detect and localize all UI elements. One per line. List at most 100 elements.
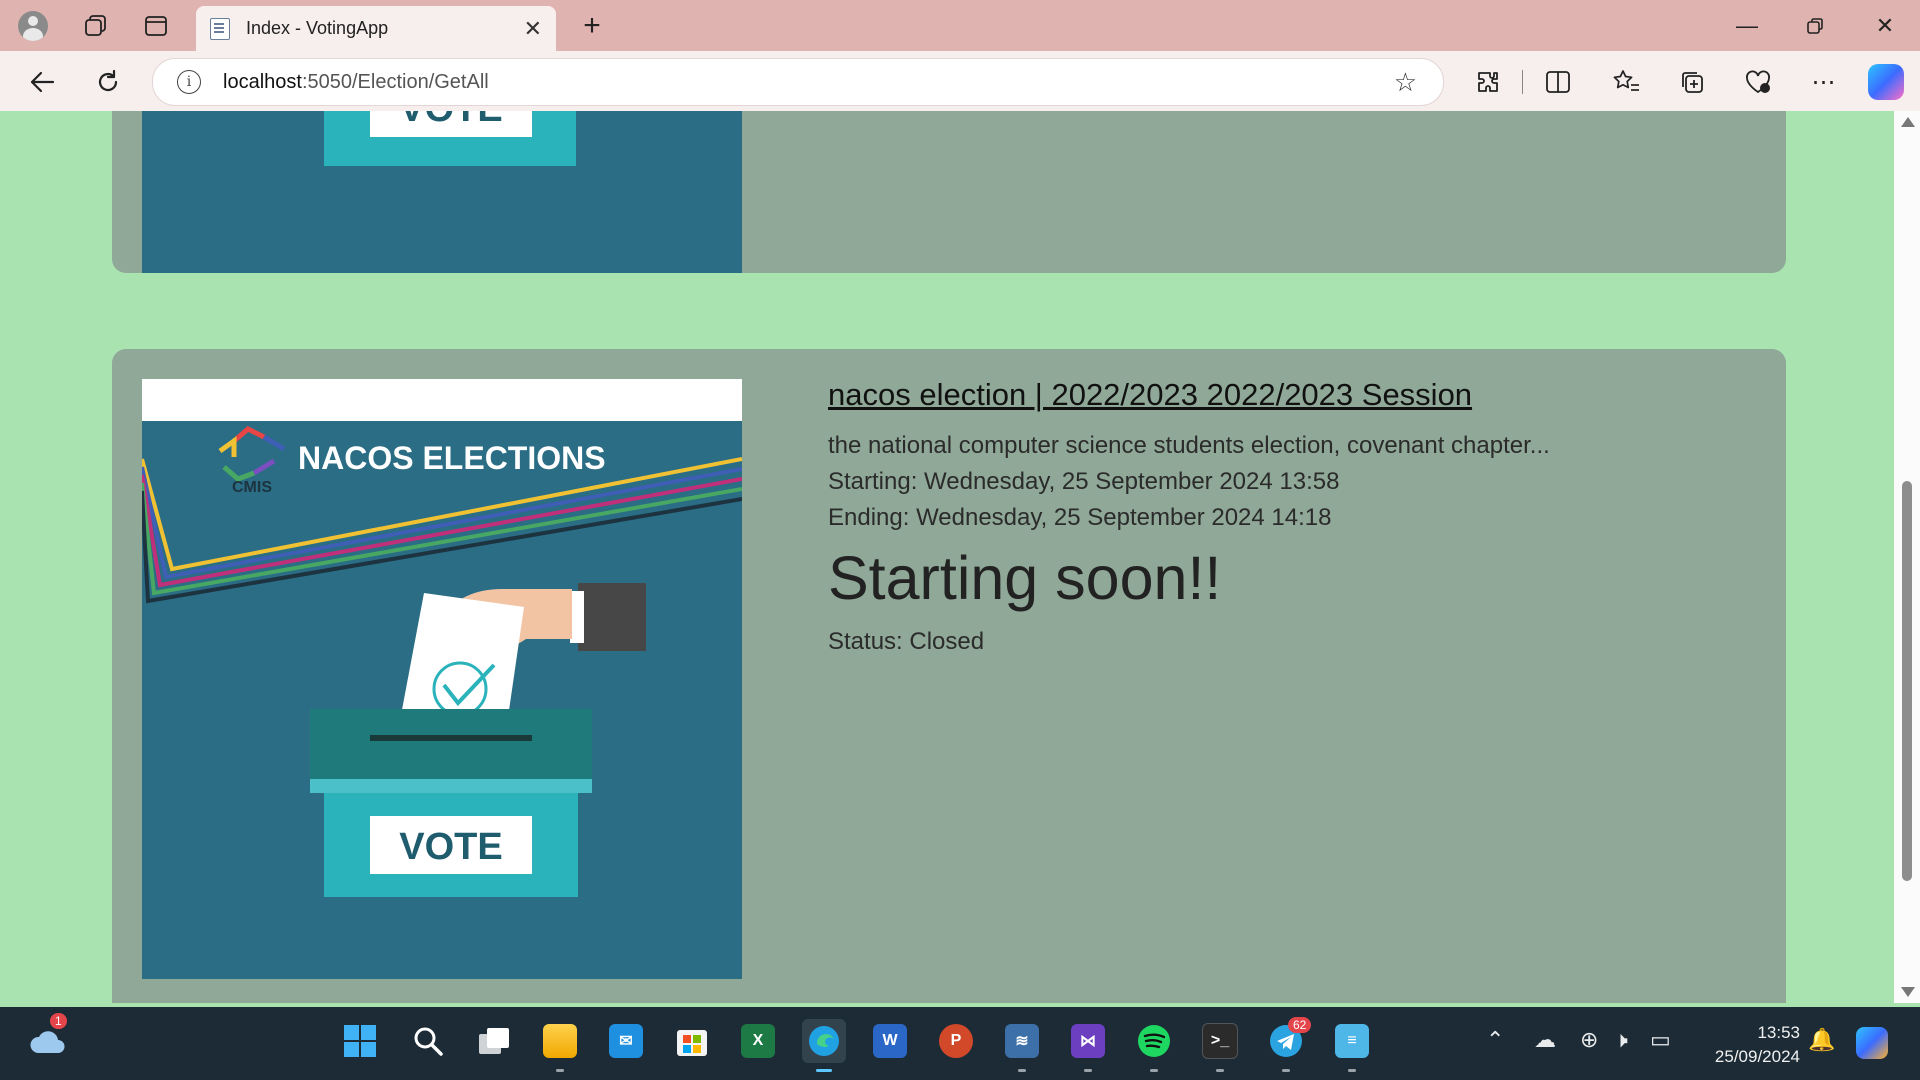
close-window-button[interactable]: ✕: [1862, 8, 1908, 44]
scroll-down-icon[interactable]: [1901, 987, 1915, 997]
taskbar-app-terminal[interactable]: >_: [1198, 1019, 1242, 1072]
excel-icon: X: [741, 1024, 775, 1058]
url-path: :5050/Election/GetAll: [301, 70, 489, 93]
favorite-star-icon[interactable]: ☆: [1394, 67, 1417, 98]
ballot-box-graphic: VOTE: [324, 111, 576, 166]
scroll-up-icon[interactable]: [1901, 117, 1915, 127]
taskbar-app-telegram[interactable]: 62: [1264, 1017, 1312, 1072]
browser-essentials-button[interactable]: [1738, 64, 1778, 100]
election-title-link[interactable]: nacos election | 2022/2023 2022/2023 Ses…: [828, 377, 1472, 413]
visual-studio-icon: ⋈: [1071, 1024, 1105, 1058]
show-hidden-icons-chevron-icon[interactable]: ⌃: [1486, 1027, 1504, 1053]
collections-icon: [1682, 72, 1703, 93]
workspaces-icon: [85, 15, 106, 36]
election-end-time: Ending: Wednesday, 25 September 2024 14:…: [828, 504, 1332, 531]
page-scrollbar[interactable]: [1894, 111, 1920, 1003]
restore-icon: [1807, 18, 1823, 34]
windows-start-icon: [344, 1025, 376, 1057]
tab-actions-icon: [145, 16, 167, 36]
cloud-weather-icon: [30, 1031, 65, 1053]
taskbar-clock[interactable]: 13:53 25/09/2024: [1690, 1021, 1800, 1069]
refresh-icon: [98, 69, 118, 92]
new-tab-button[interactable]: +: [574, 8, 610, 44]
workspaces-button[interactable]: [76, 8, 116, 44]
taskbar-app-mail[interactable]: ✉: [604, 1019, 648, 1063]
taskbar-app-file-explorer[interactable]: [538, 1019, 582, 1072]
more-options-button[interactable]: ⋯: [1804, 64, 1844, 100]
restore-button[interactable]: [1792, 8, 1838, 44]
election-countdown: Starting soon!!: [828, 544, 1222, 612]
election-card: NACOS ELECTIONS CMIS VOTE nacos election…: [112, 349, 1786, 1003]
collections-button[interactable]: [1672, 64, 1712, 100]
network-globe-icon[interactable]: ⊕: [1580, 1027, 1598, 1053]
weather-widget[interactable]: 1: [26, 1013, 70, 1063]
vote-label: VOTE: [399, 111, 502, 130]
taskbar: 1 ✉ X W P ≋ ⋈ >_ 62 ≡ ⌃ ☁ ⊕ 🕨 ▭ 13:53 25…: [0, 1007, 1920, 1080]
page-content: VOTE NACOS ELEC: [6, 111, 1894, 1003]
notifications-bell-icon[interactable]: 🔔: [1808, 1027, 1835, 1053]
vote-label: VOTE: [399, 826, 502, 868]
notepad-icon: ≡: [1335, 1024, 1369, 1058]
extensions-button[interactable]: [1468, 64, 1508, 100]
cmis-logo-icon: [218, 426, 286, 482]
task-view-icon: [479, 1028, 509, 1054]
avatar-icon: [18, 11, 48, 41]
folder-icon: [543, 1024, 577, 1058]
start-button[interactable]: [338, 1019, 382, 1063]
split-screen-icon: [1546, 71, 1570, 93]
powerpoint-icon: P: [939, 1024, 973, 1058]
taskbar-app-powerpoint[interactable]: P: [934, 1019, 978, 1063]
favorites-list-icon: [1613, 70, 1639, 91]
edge-icon: [809, 1026, 839, 1056]
taskbar-app-store[interactable]: [670, 1019, 714, 1063]
taskbar-app-excel[interactable]: X: [736, 1019, 780, 1063]
puzzle-icon: [1478, 72, 1498, 92]
taskbar-app-notepad[interactable]: ≡: [1330, 1019, 1374, 1072]
taskbar-app-spotify[interactable]: [1132, 1019, 1176, 1072]
tab-active[interactable]: Index - VotingApp ✕: [196, 6, 556, 51]
tab-strip: Index - VotingApp ✕ + — ✕: [0, 0, 1920, 51]
scrollbar-thumb[interactable]: [1902, 481, 1912, 881]
profile-button[interactable]: [14, 8, 52, 44]
clock-time: 13:53: [1757, 1023, 1800, 1042]
back-button[interactable]: [22, 64, 62, 100]
vertical-tabs-button[interactable]: [136, 8, 176, 44]
favorites-button[interactable]: [1606, 64, 1646, 100]
minimize-button[interactable]: —: [1724, 8, 1770, 44]
address-bar[interactable]: i localhost:5050/Election/GetAll ☆: [152, 58, 1444, 106]
election-description: the national computer science students e…: [828, 432, 1550, 459]
site-info-icon[interactable]: i: [177, 70, 201, 94]
copilot-taskbar-icon[interactable]: [1856, 1027, 1888, 1059]
election-start-time: Starting: Wednesday, 25 September 2024 1…: [828, 468, 1340, 495]
search-button[interactable]: [406, 1019, 450, 1063]
word-icon: W: [873, 1024, 907, 1058]
heart-pulse-icon: [1746, 70, 1770, 94]
spotify-icon: [1138, 1025, 1170, 1057]
onedrive-cloud-icon[interactable]: ☁: [1534, 1027, 1556, 1053]
refresh-button[interactable]: [88, 64, 128, 100]
tab-close-icon[interactable]: ✕: [524, 16, 542, 42]
battery-icon[interactable]: ▭: [1650, 1027, 1671, 1053]
url-host: localhost: [223, 70, 302, 93]
taskbar-app-visual-studio[interactable]: ⋈: [1066, 1019, 1110, 1072]
election-poster-image: VOTE: [142, 111, 742, 273]
terminal-icon: >_: [1202, 1023, 1238, 1059]
ellipsis-icon: ⋯: [1811, 68, 1837, 96]
taskbar-app-mysql-workbench[interactable]: ≋: [1000, 1019, 1044, 1072]
poster-org: CMIS: [232, 479, 272, 496]
election-card: VOTE: [112, 111, 1786, 273]
task-view-button[interactable]: [472, 1019, 516, 1063]
taskbar-app-word[interactable]: W: [868, 1019, 912, 1063]
telegram-badge: 62: [1288, 1017, 1312, 1033]
copilot-icon[interactable]: [1868, 64, 1904, 100]
store-icon: [677, 1030, 707, 1056]
mail-icon: ✉: [609, 1024, 643, 1058]
mysql-workbench-icon: ≋: [1005, 1024, 1039, 1058]
toolbar-divider: [1522, 70, 1523, 94]
election-poster-image: NACOS ELECTIONS CMIS VOTE: [142, 379, 742, 979]
split-screen-button[interactable]: [1538, 64, 1578, 100]
weather-badge: 1: [50, 1013, 67, 1029]
volume-icon[interactable]: 🕨: [1614, 1027, 1628, 1053]
election-details: nacos election | 2022/2023 2022/2023 Ses…: [828, 377, 1728, 655]
taskbar-app-edge[interactable]: [802, 1019, 846, 1072]
